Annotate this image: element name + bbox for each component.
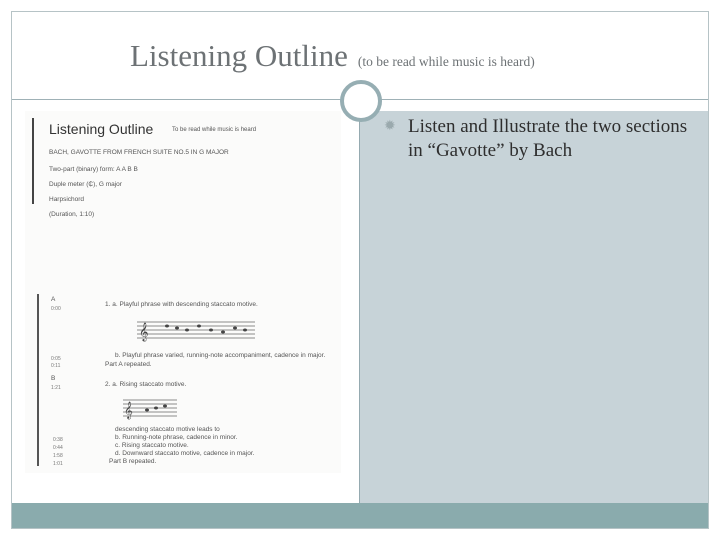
doc-time-1b2: 0:11 — [51, 363, 61, 369]
doc-time-b1: 0:38 — [53, 437, 63, 443]
bullet-item: ✹ Listen and Illustrate the two sections… — [384, 115, 704, 163]
music-staff-2: 𝄞 — [123, 399, 177, 419]
ring-ornament — [340, 80, 382, 122]
bullet-icon: ✹ — [384, 119, 396, 134]
slide-title-main: Listening Outline — [130, 38, 348, 73]
doc-item-2d: d. Downward staccato motive, cadence in … — [115, 450, 255, 457]
doc-meter: Duple meter (₵), G major — [49, 181, 122, 188]
doc-section-b-time: 1:21 — [51, 385, 61, 391]
doc-part-a-repeated: Part A repeated. — [105, 361, 152, 368]
doc-item-1a: 1. a. Playful phrase with descending sta… — [105, 301, 258, 308]
slide-title: Listening Outline (to be read while musi… — [130, 38, 535, 74]
doc-bracket-bottom — [37, 294, 39, 466]
doc-item-1b: b. Playful phrase varied, running-note a… — [115, 352, 326, 359]
music-staff-1: 𝄞 — [137, 321, 255, 342]
doc-item-2b-head: descending staccato motive leads to — [115, 426, 220, 433]
doc-item-2b: b. Running-note phrase, cadence in minor… — [115, 434, 238, 441]
doc-instrument: Harpsichord — [49, 196, 85, 203]
doc-piece: BACH, GAVOTTE FROM FRENCH SUITE NO.5 IN … — [49, 149, 229, 156]
panel-divider — [359, 111, 360, 503]
doc-part-b-repeated: Part B repeated. — [109, 458, 157, 465]
doc-section-b-letter: B — [51, 375, 56, 382]
svg-text:𝄞: 𝄞 — [139, 322, 148, 342]
doc-duration: (Duration, 1:10) — [49, 211, 95, 218]
doc-time-1b: 0:05 — [51, 356, 61, 362]
doc-bracket-top — [32, 118, 34, 204]
content-panel — [359, 111, 708, 503]
doc-item-2a: 2. a. Rising staccato motive. — [105, 381, 187, 388]
doc-section-a-time: 0:00 — [51, 306, 61, 312]
doc-section-a-letter: A — [51, 296, 56, 303]
listening-outline-scan: Listening Outline To be read while music… — [25, 111, 341, 473]
doc-time-b4: 1:01 — [53, 461, 63, 467]
slide-title-sub: (to be read while music is heard) — [357, 54, 535, 69]
bullet-text: Listen and Illustrate the two sections i… — [408, 116, 688, 161]
doc-time-b3: 1:58 — [53, 453, 63, 459]
doc-time-b2: 0:44 — [53, 445, 63, 451]
doc-item-2c: c. Rising staccato motive. — [115, 442, 189, 449]
doc-form: Two-part (binary) form: A A B B — [49, 166, 138, 173]
footer-bar — [12, 503, 708, 528]
doc-note: To be read while music is heard — [172, 127, 257, 133]
svg-text:𝄞: 𝄞 — [124, 401, 133, 419]
doc-title: Listening Outline — [49, 121, 154, 137]
